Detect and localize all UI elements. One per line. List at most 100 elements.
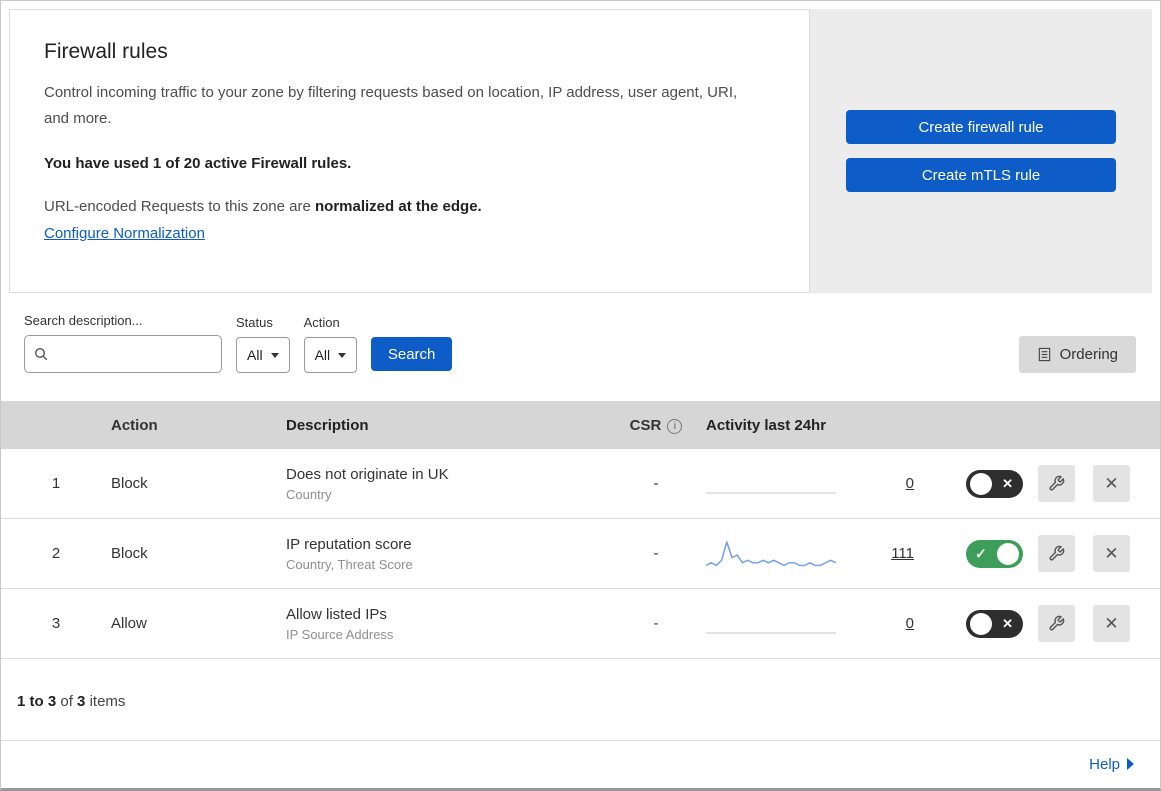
action-dropdown-value: All [314, 347, 331, 363]
page-description: Control incoming traffic to your zone by… [44, 84, 738, 127]
chevron-down-icon [338, 352, 347, 358]
table-row: 2 Block IP reputation score Country, Thr… [1, 519, 1160, 589]
close-icon [1104, 474, 1118, 494]
help-row: Help [1, 741, 1160, 787]
col-action-header: Action [111, 416, 158, 434]
activity-count-link[interactable]: 111 [891, 545, 914, 562]
toggle-knob [997, 542, 1019, 565]
activity-count-link[interactable]: 0 [906, 475, 914, 492]
status-label: Status [236, 315, 273, 330]
pagination-items: items [89, 693, 126, 710]
pagination-range: 1 to 3 [17, 693, 57, 710]
status-filter-group: Status All [236, 315, 290, 373]
action-filter-group: Action All [303, 315, 358, 373]
rule-action: Block [111, 475, 148, 492]
rule-controls [946, 605, 1160, 642]
ordering-button-label: Ordering [1059, 346, 1118, 363]
search-box[interactable] [24, 335, 222, 373]
rule-description-cell: Does not originate in UK Country [286, 466, 606, 502]
status-dropdown[interactable]: All [236, 337, 290, 373]
firewall-rules-table: Action Description CSR Activity last 24h… [1, 401, 1160, 659]
search-icon [34, 347, 48, 361]
activity-sparkline [706, 632, 836, 633]
col-csr-header: CSR [606, 417, 706, 434]
rule-controls [946, 535, 1160, 572]
rule-enabled-toggle[interactable] [966, 609, 1023, 638]
rule-description: Does not originate in UK [286, 465, 449, 483]
pagination: 1 to 3 of 3 items [1, 659, 1160, 741]
rule-description: Allow listed IPs [286, 605, 387, 623]
rule-activity-cell: 0 [706, 607, 946, 641]
activity-count-link[interactable]: 0 [906, 615, 914, 632]
col-description-header: Description [286, 416, 369, 434]
close-icon [1104, 614, 1118, 634]
rule-description: IP reputation score [286, 535, 412, 553]
help-link[interactable]: Help [1089, 756, 1120, 773]
delete-rule-button[interactable] [1093, 465, 1130, 502]
normalization-bold: normalized at the edge. [315, 198, 482, 215]
rule-priority: 2 [51, 545, 61, 562]
rule-enabled-toggle[interactable] [966, 539, 1023, 568]
intro-card: Firewall rules Control incoming traffic … [9, 9, 810, 293]
rule-action: Allow [111, 615, 147, 632]
toggle-knob [970, 472, 992, 495]
status-dropdown-value: All [247, 347, 263, 363]
normalization-note: URL-encoded Requests to this zone are no… [44, 198, 775, 215]
activity-sparkline [706, 540, 836, 566]
col-activity-header: Activity last 24hr [706, 416, 827, 434]
table-row: 3 Allow Allow listed IPs IP Source Addre… [1, 589, 1160, 659]
edit-rule-button[interactable] [1038, 465, 1075, 502]
action-label: Action [303, 315, 340, 330]
action-panel: Create firewall rule Create mTLS rule [810, 9, 1152, 293]
rule-csr: - [653, 615, 659, 632]
configure-normalization-link[interactable]: Configure Normalization [44, 225, 205, 242]
rule-priority: 1 [51, 475, 61, 492]
activity-sparkline [706, 492, 836, 493]
rule-fields: Country [286, 486, 332, 502]
table-row: 1 Block Does not originate in UK Country… [1, 449, 1160, 519]
delete-rule-button[interactable] [1093, 535, 1130, 572]
edit-rule-button[interactable] [1038, 535, 1075, 572]
chevron-down-icon [270, 352, 279, 358]
rule-activity-cell: 111 [706, 537, 946, 571]
ordering-button[interactable]: Ordering [1018, 336, 1136, 373]
search-filter-group: Search description... [24, 313, 222, 373]
rule-csr: - [653, 475, 659, 492]
rule-fields: IP Source Address [286, 626, 394, 642]
normalization-text: URL-encoded Requests to this zone are [44, 198, 311, 215]
firewall-rules-page: Firewall rules Control incoming traffic … [0, 0, 1161, 791]
rule-fields: Country, Threat Score [286, 556, 413, 572]
rule-priority: 3 [51, 615, 61, 632]
search-button[interactable]: Search [371, 337, 453, 371]
action-dropdown[interactable]: All [303, 337, 358, 373]
search-label: Search description... [24, 313, 143, 328]
chevron-right-icon [1127, 758, 1134, 770]
search-input[interactable] [55, 346, 213, 362]
usage-note: You have used 1 of 20 active Firewall ru… [44, 155, 352, 172]
rule-description-cell: Allow listed IPs IP Source Address [286, 606, 606, 642]
delete-rule-button[interactable] [1093, 605, 1130, 642]
rule-activity-cell: 0 [706, 467, 946, 501]
table-header: Action Description CSR Activity last 24h… [1, 401, 1160, 449]
wrench-icon [1049, 545, 1065, 561]
rule-action: Block [111, 545, 148, 562]
ordering-icon [1038, 347, 1050, 362]
close-icon [1104, 544, 1118, 564]
rule-enabled-toggle[interactable] [966, 469, 1023, 498]
filter-bar: Search description... Status All Action … [1, 293, 1160, 373]
pagination-total: 3 [77, 693, 86, 710]
rule-description-cell: IP reputation score Country, Threat Scor… [286, 536, 606, 572]
create-firewall-rule-button[interactable]: Create firewall rule [846, 110, 1116, 144]
rule-controls [946, 465, 1160, 502]
csr-header-label: CSR [629, 416, 662, 434]
pagination-of: of [60, 693, 73, 710]
page-title: Firewall rules [44, 40, 168, 63]
wrench-icon [1049, 615, 1065, 631]
create-mtls-rule-button[interactable]: Create mTLS rule [846, 158, 1116, 192]
top-region: Firewall rules Control incoming traffic … [9, 9, 1152, 293]
toggle-knob [970, 612, 992, 635]
wrench-icon [1049, 475, 1065, 491]
info-icon[interactable] [667, 418, 683, 434]
rule-csr: - [653, 545, 659, 562]
edit-rule-button[interactable] [1038, 605, 1075, 642]
